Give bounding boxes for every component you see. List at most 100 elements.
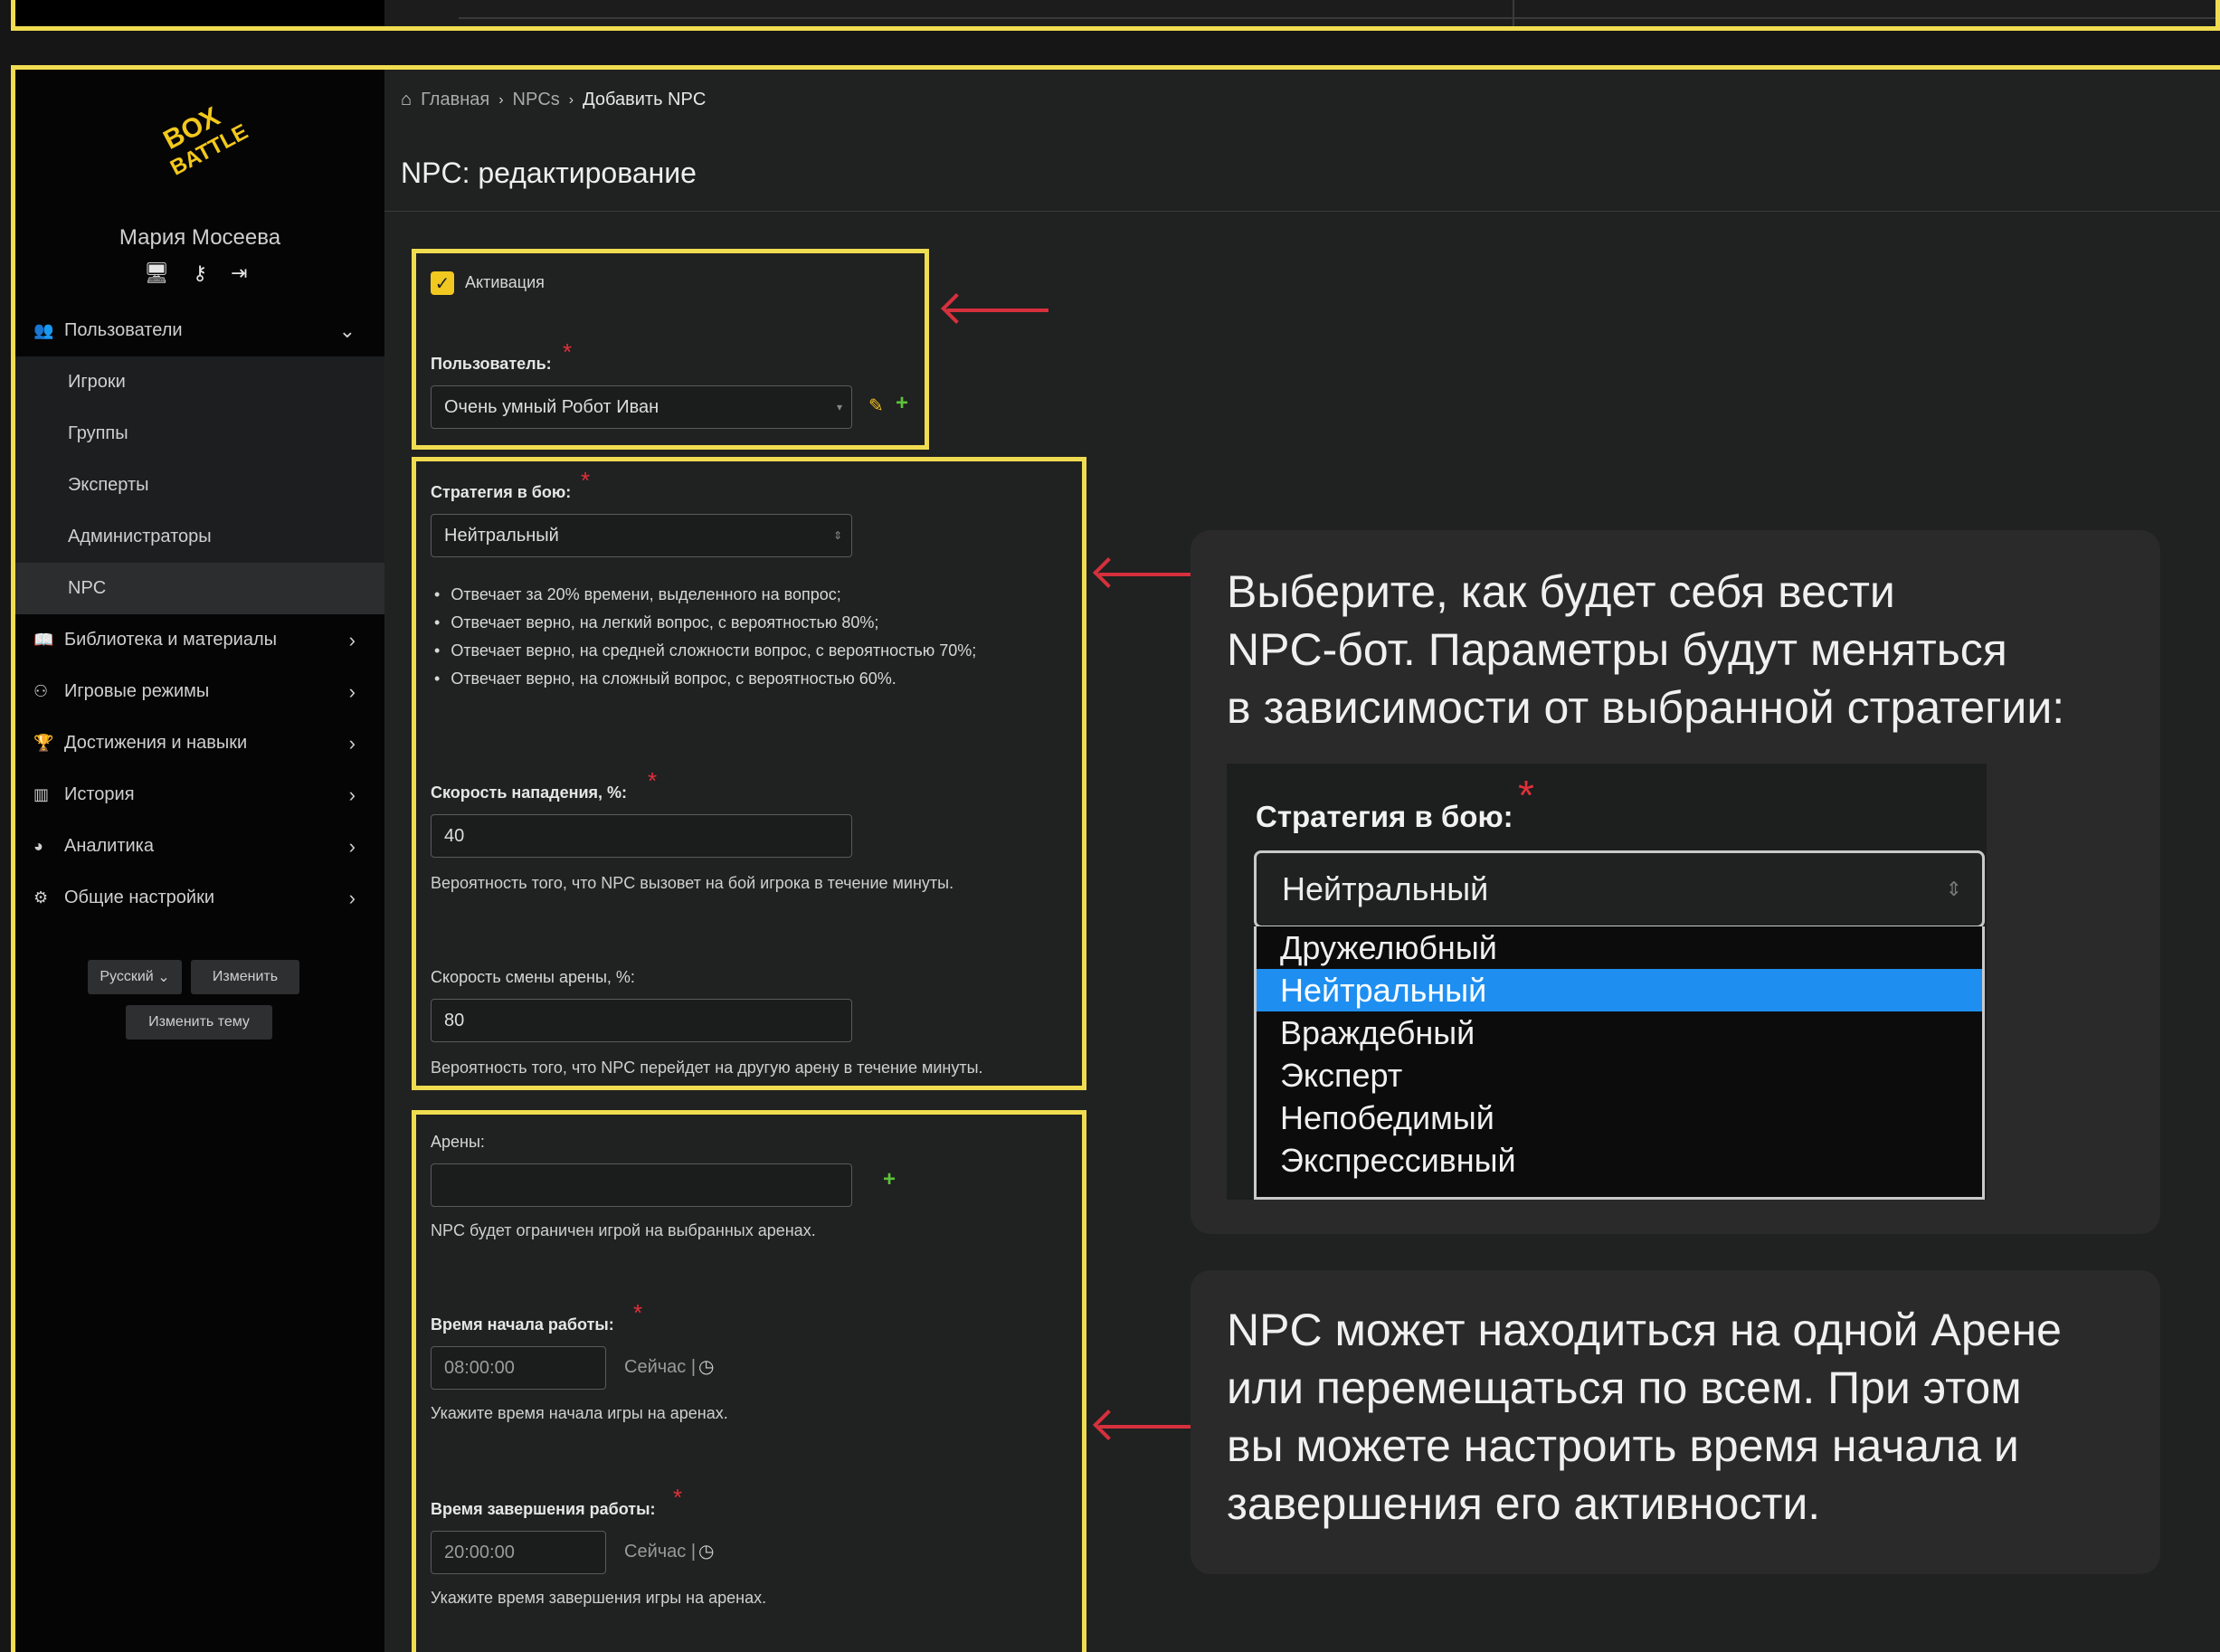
- language-value: Русский: [100, 969, 154, 984]
- arenas-input[interactable]: [431, 1163, 852, 1207]
- strip-rule: [459, 17, 2215, 19]
- sidebar-item-label: Группы: [68, 423, 128, 443]
- activation-checkbox[interactable]: ✓: [431, 271, 454, 295]
- breadcrumb-separator: ›: [568, 91, 574, 108]
- option-hostile[interactable]: Враждебный: [1257, 1011, 1982, 1054]
- activation-label: Активация: [465, 273, 545, 291]
- sidebar-item-analytics[interactable]: ◕ Аналитика ›: [15, 821, 384, 872]
- sidebar-item-label: Пользователи: [64, 320, 183, 340]
- sidebar-item-label: Общие настройки: [64, 888, 214, 907]
- arena-change-input[interactable]: 80: [431, 999, 852, 1042]
- strategy-select[interactable]: Нейтральный ⇕: [431, 514, 852, 557]
- strategy-dropdown-zoom: Стратегия в бою: * Нейтральный ⇕ Дружелю…: [1227, 764, 1987, 1200]
- sort-caret-icon: ⇕: [832, 529, 842, 542]
- language-select[interactable]: Русский ⌄: [88, 960, 182, 994]
- strip-sidebar: [15, 0, 384, 26]
- sidebar-item-groups[interactable]: Группы: [15, 408, 384, 460]
- sort-caret-icon: ⇕: [1945, 878, 1962, 900]
- arena-callout-text: NPC может находиться на одной Арене или …: [1227, 1305, 2062, 1529]
- caret-down-icon: ▾: [836, 401, 842, 413]
- attack-speed-label: Скорость нападения, %:: [431, 783, 628, 802]
- start-time-input[interactable]: 08:00:00: [431, 1346, 606, 1390]
- strategy-section: Стратегия в бою: * Нейтральный ⇕ Отвечае…: [412, 457, 1086, 1090]
- end-now-button[interactable]: Сейчас |: [624, 1542, 696, 1562]
- sidebar-item-experts[interactable]: Эксперты: [15, 460, 384, 511]
- chevron-right-icon: ›: [348, 783, 356, 806]
- strategy-description: Отвечает за 20% времени, выделенного на …: [434, 581, 976, 693]
- sidebar-item-label: Администраторы: [68, 527, 212, 546]
- list-item: Отвечает за 20% времени, выделенного на …: [434, 581, 976, 609]
- start-time-hint: Укажите время начала игры на аренах.: [431, 1404, 728, 1422]
- sidebar-item-label: История: [64, 784, 135, 804]
- chevron-right-icon: ›: [348, 628, 356, 651]
- end-time-hint: Укажите время завершения игры на аренах.: [431, 1589, 767, 1607]
- strategy-callout: Выберите, как будет себя вести NPC-бот. …: [1191, 530, 2160, 1234]
- logout-icon[interactable]: ⇥: [231, 261, 247, 285]
- strip-separator: [1513, 0, 1514, 26]
- option-expert[interactable]: Эксперт: [1257, 1054, 1982, 1097]
- required-marker: *: [563, 338, 573, 366]
- attack-speed-hint: Вероятность того, что NPC вызовет на бой…: [431, 874, 954, 892]
- key-icon[interactable]: ⚷: [193, 261, 207, 285]
- sidebar-item-history[interactable]: ▥ История ›: [15, 769, 384, 821]
- arena-time-section: Арены: + NPC будет ограничен игрой на вы…: [412, 1110, 1086, 1652]
- trophy-icon: 🏆: [33, 734, 54, 752]
- end-time-label: Время завершения работы:: [431, 1500, 656, 1518]
- sidebar-item-admins[interactable]: Администраторы: [15, 511, 384, 563]
- sidebar-item-game-modes[interactable]: ⚇ Игровые режимы ›: [15, 666, 384, 717]
- sidebar-item-achievements[interactable]: 🏆 Достижения и навыки ›: [15, 717, 384, 769]
- zoom-strategy-select[interactable]: Нейтральный ⇕: [1254, 850, 1985, 928]
- list-item: Отвечает верно, на средней сложности воп…: [434, 637, 976, 665]
- option-neutral[interactable]: Нейтральный: [1257, 969, 1982, 1011]
- chevron-right-icon: ›: [348, 731, 356, 755]
- pencil-icon[interactable]: ✎: [868, 394, 884, 417]
- change-theme-button[interactable]: Изменить тему: [126, 1005, 272, 1040]
- chevron-down-icon: ⌄: [338, 318, 356, 342]
- zoom-select-value: Нейтральный: [1282, 870, 1489, 907]
- arrow-left-icon: [1099, 1425, 1200, 1429]
- clock-icon[interactable]: ◷: [698, 1355, 714, 1378]
- monitor-icon[interactable]: 🖥: [144, 261, 169, 285]
- plus-icon[interactable]: +: [896, 391, 908, 416]
- sidebar-item-settings[interactable]: ⚙ Общие настройки ›: [15, 872, 384, 924]
- breadcrumb-npcs[interactable]: NPCs: [513, 90, 560, 110]
- gamemode-icon: ⚇: [33, 682, 49, 700]
- list-item: Отвечает верно, на легкий вопрос, с веро…: [434, 609, 976, 637]
- user-select[interactable]: Очень умный Робот Иван ▾: [431, 385, 852, 429]
- chevron-right-icon: ›: [348, 834, 356, 858]
- sidebar-menu: 👥 Пользователи ⌄ Игроки Группы Эксперты …: [15, 305, 384, 924]
- option-expressive[interactable]: Экспрессивный: [1257, 1139, 1982, 1182]
- end-time-input[interactable]: 20:00:00: [431, 1531, 606, 1574]
- settings-icon: ⚙: [33, 888, 49, 907]
- breadcrumb-separator: ›: [498, 91, 504, 108]
- sidebar-item-label: Игровые режимы: [64, 681, 210, 701]
- sidebar-item-label: NPC: [68, 578, 107, 598]
- change-language-button[interactable]: Изменить: [191, 960, 299, 994]
- users-icon: 👥: [33, 321, 54, 339]
- page-title: NPC: редактирование: [401, 157, 697, 189]
- arena-callout: NPC может находиться на одной Арене или …: [1191, 1270, 2160, 1574]
- option-invincible[interactable]: Непобедимый: [1257, 1097, 1982, 1139]
- attack-speed-input[interactable]: 40: [431, 814, 852, 858]
- start-now-button[interactable]: Сейчас |: [624, 1357, 696, 1378]
- previous-screen-strip: [11, 0, 2220, 31]
- required-marker: *: [633, 1299, 643, 1326]
- sidebar-item-users[interactable]: 👥 Пользователи ⌄: [15, 305, 384, 356]
- sidebar-item-players[interactable]: Игроки: [15, 356, 384, 408]
- arrow-left-icon: [1099, 573, 1200, 576]
- arenas-hint: NPC будет ограничен игрой на выбранных а…: [431, 1221, 816, 1239]
- user-name: Мария Мосеева: [119, 225, 281, 250]
- arrow-left-icon: [947, 309, 1048, 312]
- user-label: Пользователь:: [431, 355, 552, 373]
- sidebar-item-npc[interactable]: NPC: [15, 563, 384, 614]
- clock-icon[interactable]: ◷: [698, 1540, 714, 1562]
- option-friendly[interactable]: Дружелюбный: [1257, 926, 1982, 969]
- breadcrumb: ⌂ Главная › NPCs › Добавить NPC: [401, 90, 706, 110]
- sidebar-item-library[interactable]: 📖 Библиотека и материалы ›: [15, 614, 384, 666]
- plus-icon[interactable]: +: [883, 1167, 896, 1192]
- required-marker: *: [673, 1484, 683, 1511]
- analytics-icon: ◕: [33, 837, 43, 855]
- sidebar-item-label: Аналитика: [64, 836, 154, 856]
- chevron-down-icon: ⌄: [157, 970, 170, 985]
- breadcrumb-home[interactable]: Главная: [421, 90, 489, 110]
